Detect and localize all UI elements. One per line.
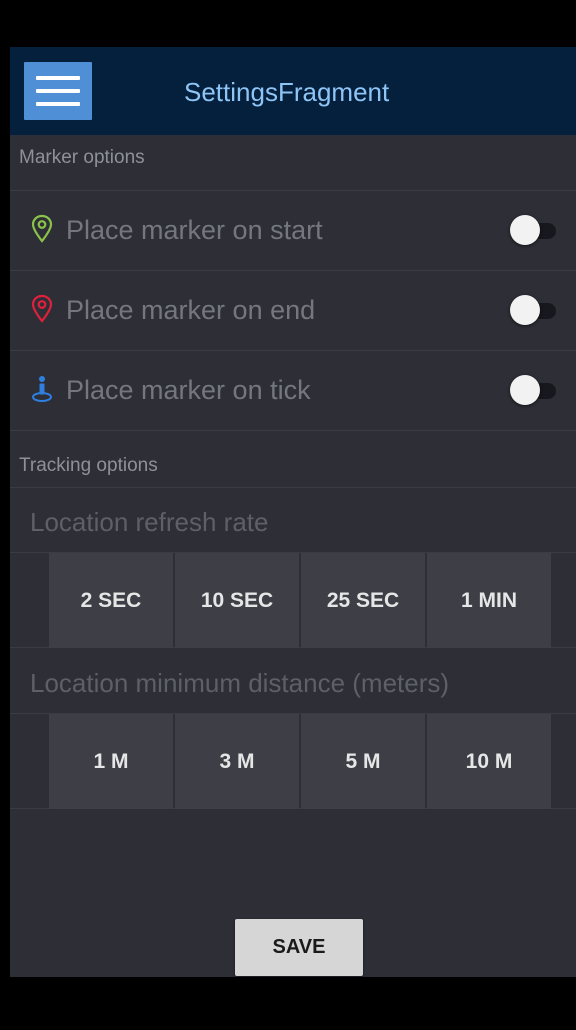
- toggle-thumb: [510, 215, 540, 245]
- marker-start-row[interactable]: Place marker on start: [10, 191, 576, 271]
- navigation-bar: [10, 977, 576, 1030]
- marker-tick-label: Place marker on tick: [66, 375, 311, 405]
- min-distance-label: Location minimum distance (meters): [30, 668, 450, 698]
- page-title: SettingsFragment: [184, 77, 390, 107]
- refresh-rate-label: Location refresh rate: [30, 507, 269, 537]
- marker-start-toggle[interactable]: [510, 215, 556, 245]
- refresh-rate-selector: 2 SEC 10 SEC 25 SEC 1 MIN: [10, 552, 576, 648]
- tracking-options-header: Tracking options: [10, 431, 576, 488]
- marker-start-label: Place marker on start: [66, 215, 323, 245]
- distance-option-1-m[interactable]: 1 M: [49, 714, 173, 809]
- marker-end-row[interactable]: Place marker on end: [10, 271, 576, 351]
- marker-tick-toggle[interactable]: [510, 375, 556, 405]
- phone-screen: SettingsFragment Marker options Place ma…: [10, 10, 576, 1030]
- refresh-option-2-sec[interactable]: 2 SEC: [49, 553, 173, 648]
- menu-icon-bar: [36, 76, 80, 80]
- distance-option-3-m[interactable]: 3 M: [175, 714, 299, 809]
- marker-end-toggle[interactable]: [510, 295, 556, 325]
- person-pin-tick-icon: [32, 376, 52, 402]
- refresh-option-25-sec[interactable]: 25 SEC: [301, 553, 425, 648]
- menu-icon-bar: [36, 89, 80, 93]
- marker-tick-row[interactable]: Place marker on tick: [10, 351, 576, 431]
- hamburger-menu-icon[interactable]: [24, 62, 92, 120]
- refresh-option-10-sec[interactable]: 10 SEC: [175, 553, 299, 648]
- save-button[interactable]: SAVE: [235, 919, 363, 976]
- marker-end-label: Place marker on end: [66, 295, 316, 325]
- marker-options-header: Marker options: [10, 135, 576, 191]
- min-distance-selector: 1 M 3 M 5 M 10 M: [10, 713, 576, 809]
- menu-icon-bar: [36, 102, 80, 106]
- settings-content: Marker options Place marker on start Pla…: [10, 135, 576, 977]
- map-pin-end-icon: [31, 294, 53, 323]
- map-pin-start-icon: [31, 214, 53, 243]
- refresh-option-1-min[interactable]: 1 MIN: [427, 553, 551, 648]
- status-bar: [10, 10, 576, 47]
- distance-option-5-m[interactable]: 5 M: [301, 714, 425, 809]
- distance-option-10-m[interactable]: 10 M: [427, 714, 551, 809]
- toggle-thumb: [510, 375, 540, 405]
- app-bar: SettingsFragment: [10, 47, 576, 135]
- toggle-thumb: [510, 295, 540, 325]
